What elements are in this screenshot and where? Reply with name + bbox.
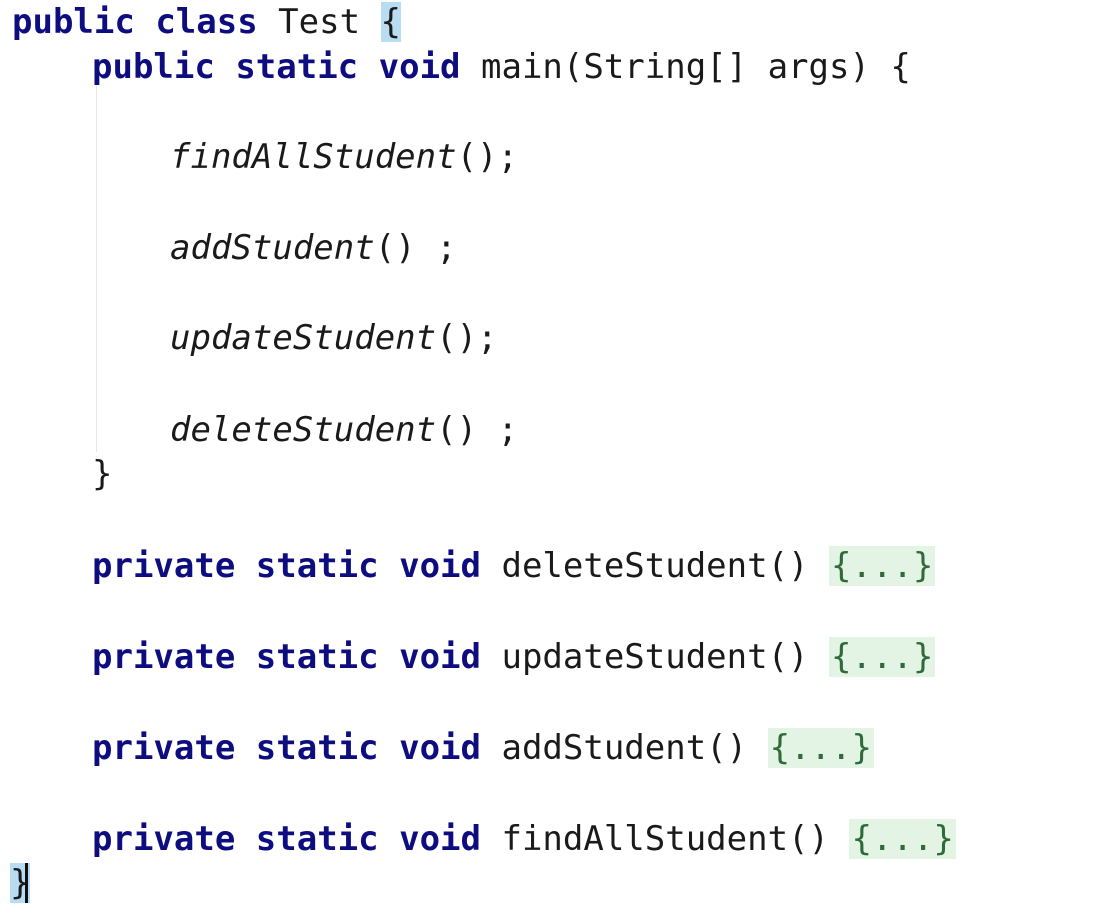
call-update-student[interactable]: updateStudent: [170, 318, 436, 358]
method-signature-add-student: addStudent(): [501, 728, 748, 768]
call-suffix: ();: [456, 137, 518, 177]
call-line-add-student[interactable]: addStudent() ;: [170, 226, 457, 270]
keyword-void: void: [399, 728, 481, 768]
indent-guide: [96, 86, 97, 452]
call-suffix: () ;: [436, 410, 518, 450]
keyword-private: private: [92, 546, 236, 586]
main-close-line[interactable]: }: [92, 452, 112, 496]
keyword-static: static: [255, 819, 379, 859]
call-line-delete-student[interactable]: deleteStudent() ;: [170, 408, 518, 452]
method-line-find-all-student[interactable]: private static void findAllStudent() {..…: [92, 817, 956, 861]
call-line-find-all-student[interactable]: findAllStudent();: [170, 135, 518, 179]
keyword-public: public: [12, 2, 135, 42]
call-add-student[interactable]: addStudent: [170, 228, 375, 268]
keyword-void: void: [399, 546, 481, 586]
method-signature-find-all-student: findAllStudent(): [501, 819, 829, 859]
main-open-brace: {: [890, 47, 911, 87]
method-line-add-student[interactable]: private static void addStudent() {...}: [92, 726, 874, 770]
keyword-private: private: [92, 637, 236, 677]
main-signature: main(String[] args): [481, 47, 870, 87]
call-suffix: ();: [436, 318, 498, 358]
class-name: Test: [278, 2, 361, 42]
method-line-delete-student[interactable]: private static void deleteStudent() {...…: [92, 544, 936, 588]
code-editor[interactable]: public class Test { public static void m…: [0, 0, 1116, 922]
keyword-void: void: [378, 47, 461, 87]
class-open-brace[interactable]: {: [380, 2, 402, 42]
keyword-static: static: [255, 546, 379, 586]
method-line-update-student[interactable]: private static void updateStudent() {...…: [92, 635, 936, 679]
keyword-void: void: [399, 637, 481, 677]
folded-body-delete-student[interactable]: {...}: [829, 546, 936, 586]
keyword-void: void: [399, 819, 481, 859]
class-declaration-line[interactable]: public class Test {: [12, 0, 402, 44]
keyword-private: private: [92, 819, 236, 859]
method-signature-update-student: updateStudent(): [501, 637, 809, 677]
keyword-public: public: [92, 47, 215, 87]
main-close-brace: }: [92, 454, 113, 494]
call-suffix: () ;: [374, 228, 457, 268]
main-method-declaration-line[interactable]: public static void main(String[] args) {: [92, 45, 911, 89]
keyword-static: static: [255, 728, 379, 768]
keyword-static: static: [255, 637, 379, 677]
call-find-all-student[interactable]: findAllStudent: [170, 137, 457, 177]
folded-body-find-all-student[interactable]: {...}: [849, 819, 956, 859]
call-delete-student[interactable]: deleteStudent: [170, 410, 436, 450]
keyword-class: class: [155, 2, 258, 42]
keyword-private: private: [92, 728, 236, 768]
folded-body-update-student[interactable]: {...}: [829, 637, 936, 677]
method-signature-delete-student: deleteStudent(): [501, 546, 809, 586]
text-cursor: [25, 863, 28, 903]
keyword-static: static: [235, 47, 359, 87]
folded-body-add-student[interactable]: {...}: [767, 728, 874, 768]
call-line-update-student[interactable]: updateStudent();: [170, 316, 498, 360]
